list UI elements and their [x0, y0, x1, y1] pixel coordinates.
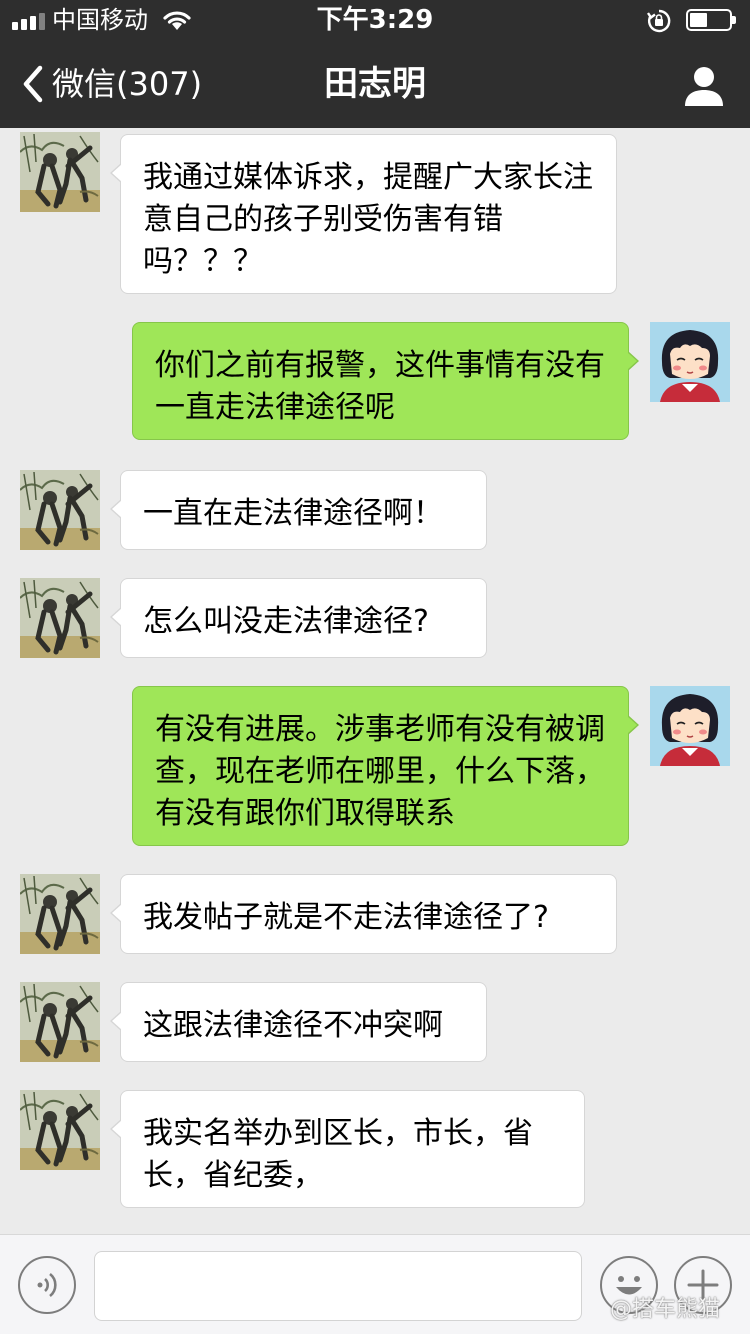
status-bar: 中国移动 下午3:29 [0, 0, 750, 40]
person-icon[interactable] [682, 64, 726, 108]
chevron-left-icon [23, 65, 43, 103]
contact-avatar[interactable] [20, 982, 100, 1062]
contact-avatar[interactable] [20, 132, 100, 212]
message-bubble-incoming[interactable]: 我实名举办到区长，市长，省长，省纪委， [110, 1090, 585, 1208]
nav-bar: 微信(307) 田志明 [0, 40, 750, 128]
message-input[interactable] [94, 1251, 582, 1321]
contact-avatar[interactable] [20, 578, 100, 658]
status-time: 下午3:29 [316, 5, 434, 35]
message-bubble-incoming[interactable]: 这跟法律途径不冲突啊 [110, 982, 487, 1062]
battery-icon [686, 9, 736, 31]
contact-avatar[interactable] [20, 1090, 100, 1170]
chat-area[interactable]: 我通过媒体诉求，提醒广大家长注意自己的孩子别受伤害有错吗？？？ 你们之前有报警，… [0, 128, 750, 1234]
my-avatar[interactable] [650, 322, 730, 402]
voice-button[interactable] [18, 1256, 76, 1314]
message-bubble-outgoing[interactable]: 你们之前有报警，这件事情有没有一直走法律途径呢 [132, 322, 639, 440]
rotation-lock-icon [647, 9, 671, 33]
message-bubble-incoming[interactable]: 我发帖子就是不走法律途径了? [110, 874, 617, 954]
voice-icon [37, 1272, 57, 1298]
back-label: 微信(307) [52, 65, 203, 103]
contact-avatar[interactable] [20, 470, 100, 550]
my-avatar[interactable] [650, 686, 730, 766]
message-bubble-incoming[interactable]: 怎么叫没走法律途径? [110, 578, 487, 658]
message-bubble-outgoing[interactable]: 有没有进展。涉事老师有没有被调查，现在老师在哪里，什么下落，有没有跟你们取得联系 [132, 686, 639, 846]
message-bubble-incoming[interactable]: 我通过媒体诉求，提醒广大家长注意自己的孩子别受伤害有错吗？？？ [110, 134, 617, 294]
back-button[interactable]: 微信(307) [16, 62, 202, 106]
message-bubble-incoming[interactable]: 一直在走法律途径啊！ [110, 470, 487, 550]
watermark: @搭车熊猫 [610, 1297, 721, 1322]
contact-avatar[interactable] [20, 874, 100, 954]
